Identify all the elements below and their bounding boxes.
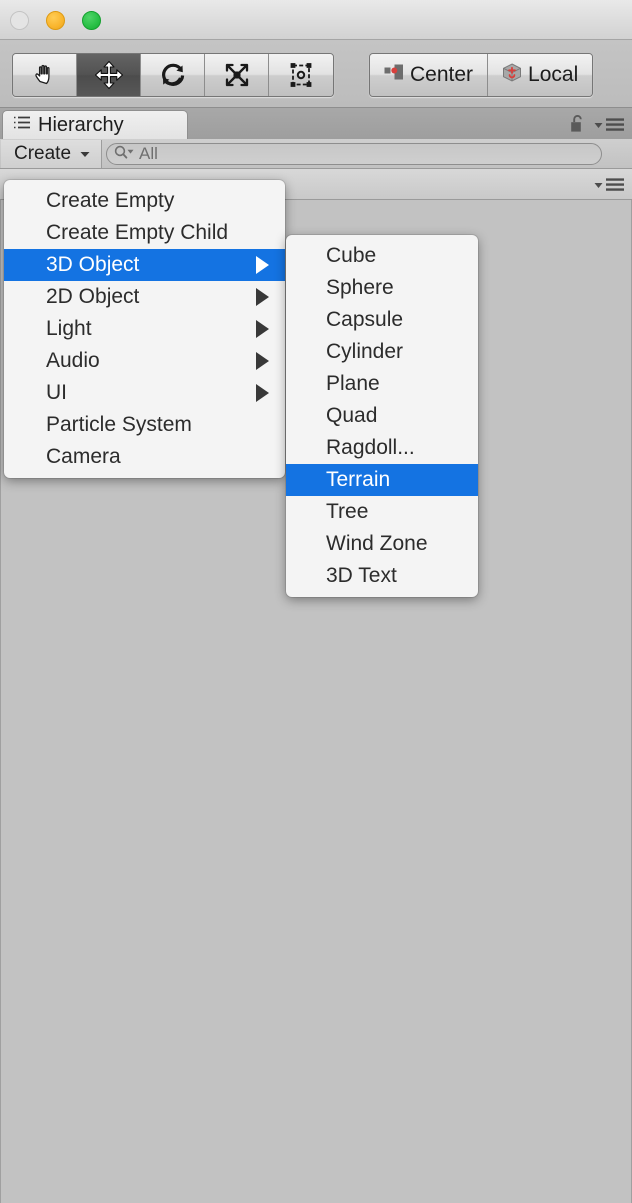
3d-object-submenu-item[interactable]: Wind Zone xyxy=(286,528,478,560)
rect-transform-tool-button[interactable] xyxy=(269,54,333,96)
3d-object-submenu-item[interactable]: Plane xyxy=(286,368,478,400)
search-input-value: All xyxy=(139,144,158,163)
3d-object-submenu-item-label: Cube xyxy=(326,244,377,267)
3d-object-submenu-item-label: Tree xyxy=(326,500,369,523)
window-maximize-button[interactable] xyxy=(82,11,101,30)
create-menu-item-label: Light xyxy=(46,317,92,340)
move-tool-button[interactable] xyxy=(77,54,141,96)
scale-icon xyxy=(223,61,251,89)
create-menu-item[interactable]: Create Empty Child xyxy=(4,217,285,249)
3d-object-submenu-item[interactable]: Capsule xyxy=(286,304,478,336)
transform-tool-group xyxy=(12,53,334,97)
3d-object-submenu-item-label: Quad xyxy=(326,404,378,427)
3d-object-submenu-item[interactable]: Ragdoll... xyxy=(286,432,478,464)
create-menu-item-label: Create Empty Child xyxy=(46,221,229,244)
search-input[interactable]: All xyxy=(106,143,602,165)
3d-object-submenu-item[interactable]: Tree xyxy=(286,496,478,528)
pivot-center-button[interactable]: Center xyxy=(370,54,489,96)
move-icon xyxy=(94,60,124,90)
3d-object-submenu-item-label: Terrain xyxy=(326,468,391,491)
center-icon xyxy=(384,63,404,87)
3d-object-submenu-item-label: Wind Zone xyxy=(326,532,428,555)
3d-object-submenu-item-label: 3D Text xyxy=(326,564,397,587)
3d-object-submenu-item[interactable]: 3D Text xyxy=(286,560,478,592)
submenu-arrow-icon xyxy=(256,384,269,402)
panel-menu-icon[interactable] xyxy=(594,118,624,132)
create-menu-item-label: Create Empty xyxy=(46,189,175,212)
create-button-label: Create xyxy=(14,143,72,164)
pivot-local-button[interactable]: Local xyxy=(488,54,593,96)
create-menu-item[interactable]: 2D Object xyxy=(4,281,285,313)
rotate-tool-button[interactable] xyxy=(141,54,205,96)
create-menu-item-label: UI xyxy=(46,381,67,404)
submenu-arrow-icon xyxy=(256,288,269,306)
pivot-local-label: Local xyxy=(528,63,579,86)
hand-tool-button[interactable] xyxy=(13,54,77,96)
create-menu-item-label: Camera xyxy=(46,445,121,468)
search-icon xyxy=(114,145,136,164)
chevron-down-icon xyxy=(80,145,90,163)
window-titlebar xyxy=(0,0,632,40)
rotate-icon xyxy=(159,61,187,89)
3d-object-submenu-item-label: Ragdoll... xyxy=(326,436,415,459)
window-minimize-button[interactable] xyxy=(46,11,65,30)
3d-object-submenu-item-label: Cylinder xyxy=(326,340,404,363)
submenu-arrow-icon xyxy=(256,256,269,274)
create-menu-item-label: 3D Object xyxy=(46,253,140,276)
unity-main-toolbar: Center Local xyxy=(0,40,632,108)
create-menu-item[interactable]: Particle System xyxy=(4,409,285,441)
3d-object-submenu-item[interactable]: Cylinder xyxy=(286,336,478,368)
3d-object-submenu-item-label: Sphere xyxy=(326,276,394,299)
3d-object-submenu-item[interactable]: Sphere xyxy=(286,272,478,304)
create-menu-item[interactable]: UI xyxy=(4,377,285,409)
create-menu-item[interactable]: 3D Object xyxy=(4,249,285,281)
create-menu: Create Empty Create Empty Child 3D Object 2… xyxy=(4,180,285,478)
create-button[interactable]: Create xyxy=(1,140,103,168)
tab-hierarchy[interactable]: Hierarchy xyxy=(2,110,188,139)
hand-icon xyxy=(31,61,59,89)
3d-object-submenu-item[interactable]: Cube xyxy=(286,240,478,272)
padlock-open-icon[interactable] xyxy=(570,114,586,138)
hierarchy-list-icon xyxy=(13,115,31,135)
create-menu-item[interactable]: Audio xyxy=(4,345,285,377)
create-menu-item-label: 2D Object xyxy=(46,285,140,308)
create-menu-item-label: Audio xyxy=(46,349,100,372)
panel-tab-bar: Hierarchy xyxy=(0,108,632,139)
create-menu-item[interactable]: Light xyxy=(4,313,285,345)
3d-object-submenu-item[interactable]: Terrain xyxy=(286,464,478,496)
window-close-button[interactable] xyxy=(10,11,29,30)
3d-object-submenu-item[interactable]: Quad xyxy=(286,400,478,432)
3d-object-submenu-item-label: Capsule xyxy=(326,308,404,331)
local-icon xyxy=(502,62,522,88)
submenu-arrow-icon xyxy=(256,320,269,338)
pivot-center-label: Center xyxy=(410,63,474,86)
rect-icon xyxy=(287,61,315,89)
hierarchy-sub-toolbar: Create All xyxy=(0,139,632,169)
3d-object-submenu: Cube Sphere Capsule Cylinder Plane Quad Ragdol… xyxy=(286,235,478,597)
panel-menu-icon[interactable] xyxy=(594,178,624,192)
pivot-tool-group: Center Local xyxy=(369,53,594,97)
submenu-arrow-icon xyxy=(256,352,269,370)
create-menu-item-label: Particle System xyxy=(46,413,192,436)
scale-tool-button[interactable] xyxy=(205,54,269,96)
create-menu-item[interactable]: Create Empty xyxy=(4,185,285,217)
3d-object-submenu-item-label: Plane xyxy=(326,372,380,395)
create-menu-item[interactable]: Camera xyxy=(4,441,285,473)
tab-hierarchy-label: Hierarchy xyxy=(38,113,124,136)
